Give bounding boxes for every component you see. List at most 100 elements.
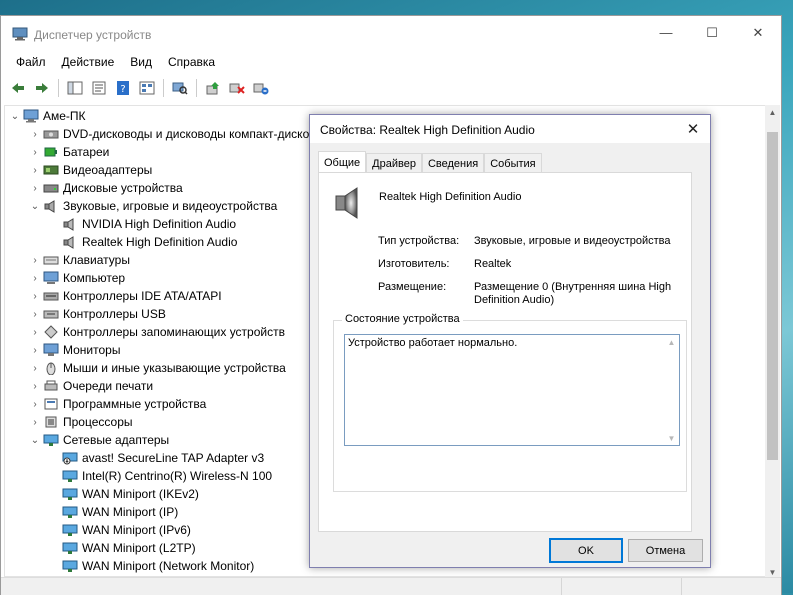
toolbar-separator: [163, 79, 164, 97]
tree-item[interactable]: › Программные устройства: [29, 395, 206, 413]
expand-icon[interactable]: ›: [29, 326, 41, 338]
tree-item[interactable]: NVIDIA High Definition Audio: [48, 215, 236, 233]
status-textbox-scrollbar[interactable]: ▲ ▼: [664, 335, 679, 445]
expand-icon[interactable]: ›: [29, 182, 41, 194]
tree-item[interactable]: ⌄ Звуковые, игровые и видеоустройства: [29, 197, 278, 215]
expand-icon[interactable]: ›: [29, 254, 41, 266]
cancel-button[interactable]: Отмена: [628, 539, 703, 562]
view-icon[interactable]: [136, 77, 158, 99]
tree-item[interactable]: › DVD-дисководы и дисководы компакт-диско…: [29, 125, 315, 143]
tree-item[interactable]: Intel(R) Centrino(R) Wireless-N 100: [48, 467, 272, 485]
expand-icon[interactable]: ›: [29, 164, 41, 176]
scroll-down-icon[interactable]: ▼: [664, 431, 679, 445]
tree-item[interactable]: WAN Miniport (L2TP): [48, 539, 196, 557]
menu-action[interactable]: Действие: [56, 55, 121, 69]
title-bar[interactable]: Диспетчер устройств — ☐ ✕: [1, 16, 781, 49]
show-hide-tree-icon[interactable]: [64, 77, 86, 99]
menu-help[interactable]: Справка: [162, 55, 221, 69]
expand-icon[interactable]: ›: [29, 380, 41, 392]
expand-icon[interactable]: ›: [29, 416, 41, 428]
expand-icon[interactable]: ›: [29, 362, 41, 374]
tree-item[interactable]: WAN Miniport (Network Monitor): [48, 557, 254, 575]
scroll-up-icon[interactable]: ▲: [765, 105, 780, 119]
status-bar-segment: [561, 578, 682, 595]
computer-icon: [23, 109, 39, 123]
tree-item-label: WAN Miniport (IKEv2): [82, 487, 199, 501]
speaker-icon: [62, 235, 78, 249]
scan-hardware-icon[interactable]: [169, 77, 191, 99]
tree-item[interactable]: › Мониторы: [29, 341, 120, 359]
ide-controller-icon: [43, 289, 59, 303]
tab-general[interactable]: Общие: [318, 151, 367, 173]
tree-item[interactable]: Realtek High Definition Audio: [48, 233, 237, 251]
help-icon[interactable]: ?: [112, 77, 134, 99]
properties-dialog: Свойства: Realtek High Definition Audio …: [309, 114, 711, 568]
forward-icon[interactable]: [31, 77, 53, 99]
tab-events[interactable]: События: [484, 153, 542, 173]
monitor-icon: [43, 343, 59, 357]
tree-item[interactable]: › Компьютер: [29, 269, 125, 287]
tree-item-label: Дисковые устройства: [63, 181, 183, 195]
tree-item[interactable]: avast! SecureLine TAP Adapter v3: [48, 449, 264, 467]
tree-item[interactable]: › Контроллеры USB: [29, 305, 166, 323]
expand-icon[interactable]: ›: [29, 290, 41, 302]
tree-vertical-scrollbar[interactable]: ▲ ▼: [765, 105, 780, 579]
dvd-icon: [43, 127, 59, 141]
dialog-close-button[interactable]: ✕: [676, 115, 710, 143]
tree-item[interactable]: › Процессоры: [29, 413, 132, 431]
disable-device-icon[interactable]: [226, 77, 248, 99]
menu-file[interactable]: Файл: [10, 55, 52, 69]
network-adapter-icon: [62, 541, 78, 555]
tree-item-label: Батареи: [63, 145, 110, 159]
expand-icon[interactable]: ›: [29, 146, 41, 158]
tree-item[interactable]: › Очереди печати: [29, 377, 153, 395]
tree-item[interactable]: WAN Miniport (IP): [48, 503, 178, 521]
scrollbar-thumb[interactable]: [767, 132, 778, 460]
close-button[interactable]: ✕: [735, 16, 781, 49]
tree-root[interactable]: ⌄ Аме-ПК: [9, 107, 86, 125]
device-status-group: Состояние устройства Устройство работает…: [333, 313, 687, 492]
tree-item[interactable]: WAN Miniport (IPv6): [48, 521, 191, 539]
tree-item[interactable]: WAN Miniport (IKEv2): [48, 485, 199, 503]
back-icon[interactable]: [7, 77, 29, 99]
tab-driver[interactable]: Драйвер: [366, 153, 422, 173]
tree-item[interactable]: › Контроллеры запоминающих устройств: [29, 323, 285, 341]
collapse-icon[interactable]: ⌄: [29, 434, 41, 446]
tree-item-label: NVIDIA High Definition Audio: [82, 217, 237, 231]
expand-icon[interactable]: ›: [29, 398, 41, 410]
menu-view[interactable]: Вид: [124, 55, 158, 69]
minimize-button[interactable]: —: [643, 16, 689, 49]
scroll-up-icon[interactable]: ▲: [664, 335, 679, 349]
collapse-icon[interactable]: ⌄: [9, 110, 21, 122]
device-name: Realtek High Definition Audio: [379, 191, 522, 203]
manufacturer-label: Изготовитель:: [378, 258, 450, 270]
expand-icon[interactable]: ›: [29, 344, 41, 356]
tree-item[interactable]: ⌄ Сетевые адаптеры: [29, 431, 169, 449]
dialog-title-bar[interactable]: Свойства: Realtek High Definition Audio …: [310, 115, 710, 143]
expand-icon[interactable]: ›: [29, 308, 41, 320]
dialog-title: Свойства: Realtek High Definition Audio: [320, 123, 535, 137]
device-status-textbox[interactable]: Устройство работает нормально. ▲ ▼: [344, 334, 680, 446]
tree-item[interactable]: › Мыши и иные указывающие устройства: [29, 359, 286, 377]
tree-item[interactable]: › Видеоадаптеры: [29, 161, 152, 179]
tab-details[interactable]: Сведения: [421, 153, 485, 173]
collapse-icon[interactable]: ⌄: [29, 200, 41, 212]
uninstall-device-icon[interactable]: [250, 77, 272, 99]
tree-item-label: avast! SecureLine TAP Adapter v3: [82, 451, 265, 465]
maximize-button[interactable]: ☐: [689, 16, 735, 49]
ok-button[interactable]: OK: [549, 538, 623, 563]
tree-root-label: Аме-ПК: [43, 109, 86, 123]
expand-icon[interactable]: ›: [29, 128, 41, 140]
location-value: Размещение 0 (Внутренняя шина High Defin…: [474, 281, 672, 306]
tree-item[interactable]: › Батареи: [29, 143, 109, 161]
tree-item[interactable]: › Контроллеры IDE ATA/ATAPI: [29, 287, 221, 305]
keyboard-icon: [43, 253, 59, 267]
update-driver-icon[interactable]: [202, 77, 224, 99]
tree-item[interactable]: › Клавиатуры: [29, 251, 130, 269]
tree-item[interactable]: › Дисковые устройства: [29, 179, 183, 197]
tree-item-label: WAN Miniport (IPv6): [82, 523, 191, 537]
properties-icon[interactable]: [88, 77, 110, 99]
expand-icon[interactable]: ›: [29, 272, 41, 284]
